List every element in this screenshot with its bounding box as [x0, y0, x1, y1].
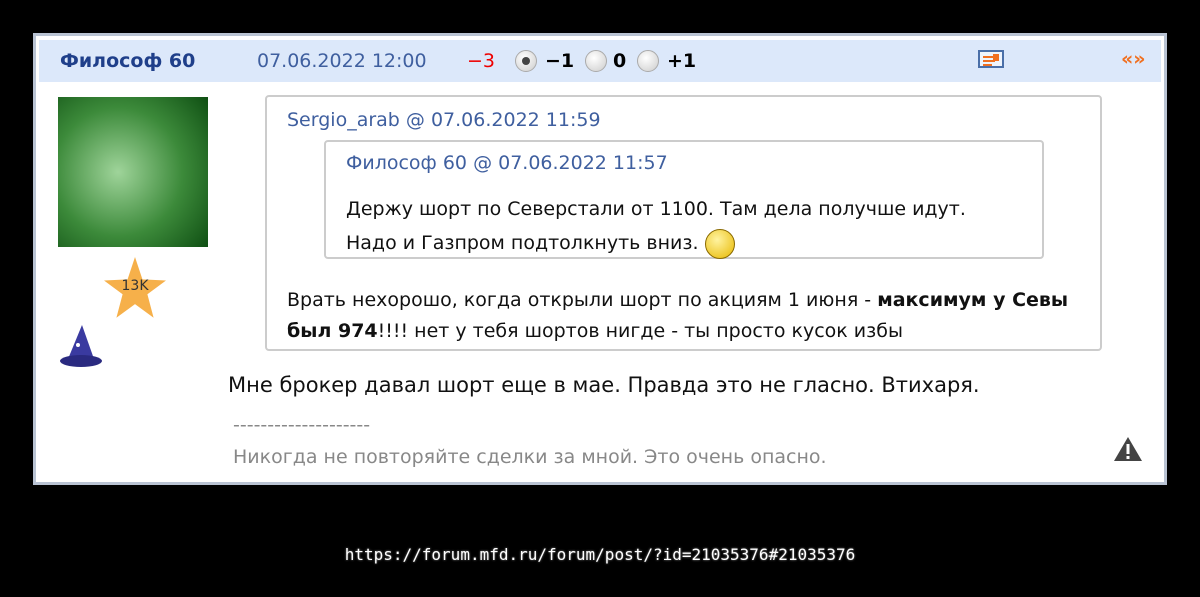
nested-quote-block: Философ 60 @ 07.06.2022 11:57 Держу шорт…	[324, 140, 1044, 259]
author-link[interactable]: Философ 60	[60, 50, 195, 72]
nested-quote-line: Надо и Газпром подтолкнуть вниз.	[346, 232, 699, 254]
forum-post: Философ 60 07.06.2022 12:00 −3 −1 0 +1 «…	[33, 33, 1167, 485]
quote-author-link[interactable]: Sergio_arab	[287, 109, 400, 131]
wizard-hat-icon	[60, 325, 102, 367]
post-date[interactable]: 07.06.2022 12:00	[257, 50, 427, 72]
post-body: Мне брокер давал шорт еще в мае. Правда …	[228, 373, 980, 397]
nested-quote-date-link[interactable]: 07.06.2022 11:57	[498, 152, 668, 174]
quote-header: Sergio_arab @ 07.06.2022 11:59	[287, 109, 601, 131]
rating-badge: 13K	[121, 278, 149, 294]
post-score: −3	[467, 50, 496, 72]
vote-zero-radio[interactable]	[585, 50, 607, 72]
quote-date-link[interactable]: 07.06.2022 11:59	[431, 109, 601, 131]
nested-quote-line: Держу шорт по Северстали от 1100. Там де…	[346, 198, 966, 220]
vote-plus-radio[interactable]	[637, 50, 659, 72]
laughing-smiley-icon	[704, 228, 735, 259]
nested-quote-author-link[interactable]: Философ 60	[346, 152, 467, 174]
vote-minus-radio[interactable]	[515, 50, 537, 72]
report-warning-icon[interactable]	[1113, 436, 1143, 462]
post-header: Философ 60 07.06.2022 12:00 −3 −1 0 +1 «…	[39, 40, 1161, 82]
signature: Никогда не повторяйте сделки за мной. Эт…	[233, 446, 827, 468]
post-url: https://forum.mfd.ru/forum/post/?id=2103…	[344, 545, 856, 564]
quote-at: @	[405, 109, 425, 131]
quote-block: Sergio_arab @ 07.06.2022 11:59 Философ 6…	[265, 95, 1102, 351]
nested-quote-header: Философ 60 @ 07.06.2022 11:57	[346, 152, 668, 174]
avatar[interactable]	[58, 97, 208, 247]
signature-separator: --------------------	[233, 414, 371, 436]
nested-quote-at: @	[473, 152, 493, 174]
navigate-arrows-link[interactable]: «»	[1121, 48, 1146, 70]
vote-minus-label: −1	[545, 50, 575, 72]
message-card-icon[interactable]	[978, 50, 1004, 68]
vote-plus-label: +1	[667, 50, 697, 72]
quote-text: Врать нехорошо, когда открыли шорт по ак…	[287, 289, 1069, 342]
vote-zero-label: 0	[613, 50, 627, 72]
